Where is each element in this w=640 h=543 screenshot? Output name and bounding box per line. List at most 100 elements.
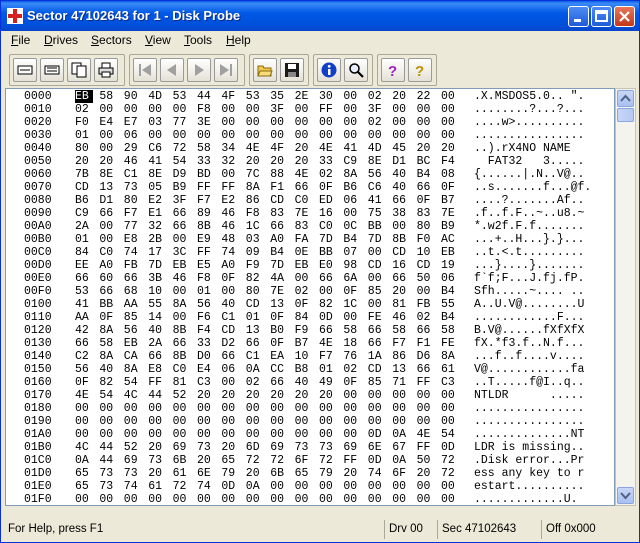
hex-byte[interactable]: F4 — [441, 155, 459, 168]
ascii-text[interactable]: ...+..H...}.}... — [474, 233, 584, 246]
hex-byte[interactable]: 61 — [441, 363, 459, 376]
hex-byte[interactable]: 00 — [75, 402, 93, 415]
menu-view[interactable]: View — [145, 33, 171, 47]
hex-byte[interactable]: B4 — [343, 233, 361, 246]
hex-byte[interactable]: 02 — [368, 90, 386, 103]
hex-byte[interactable]: 00 — [99, 103, 117, 116]
hex-byte[interactable]: F0 — [417, 233, 435, 246]
hex-byte[interactable]: 00 — [368, 415, 386, 428]
hex-byte[interactable]: 85 — [368, 376, 386, 389]
hex-byte[interactable]: 74 — [368, 467, 386, 480]
hex-byte[interactable]: 77 — [124, 220, 142, 233]
hex-byte[interactable]: E4 — [99, 116, 117, 129]
ascii-text[interactable]: Sfh.....~.... .. — [474, 285, 584, 298]
hex-byte[interactable]: B4 — [417, 168, 435, 181]
hex-byte[interactable]: 41 — [368, 194, 386, 207]
hex-byte[interactable]: 86 — [392, 350, 410, 363]
hex-byte[interactable]: 0D — [221, 480, 239, 493]
hex-byte[interactable]: 40 — [392, 168, 410, 181]
hex-byte[interactable]: D9 — [173, 168, 191, 181]
hex-byte[interactable]: 00 — [295, 129, 313, 142]
hex-byte[interactable]: 6D — [246, 441, 264, 454]
hex-byte[interactable]: 17 — [148, 246, 166, 259]
ascii-text[interactable]: NTLDR ..... — [474, 389, 584, 402]
hex-byte[interactable]: C1 — [246, 350, 264, 363]
hex-byte[interactable]: 69 — [343, 441, 361, 454]
hex-byte[interactable]: 00 — [124, 402, 142, 415]
hex-byte[interactable]: F7 — [392, 337, 410, 350]
hex-byte[interactable]: E8 — [124, 233, 142, 246]
hex-byte[interactable]: 09 — [246, 246, 264, 259]
hex-byte[interactable]: 00 — [221, 129, 239, 142]
hex-byte[interactable]: 00 — [368, 246, 386, 259]
hex-byte[interactable]: F1 — [270, 181, 288, 194]
read-sector-button[interactable] — [13, 58, 37, 82]
hex-byte[interactable]: B4 — [441, 311, 459, 324]
ascii-text[interactable]: ....?.......Af.. — [474, 194, 584, 207]
hex-byte[interactable]: 72 — [441, 467, 459, 480]
hex-byte[interactable]: 2B — [148, 233, 166, 246]
hex-byte[interactable]: 20 — [319, 389, 337, 402]
hex-byte[interactable]: E7 — [124, 116, 142, 129]
hex-byte[interactable]: 52 — [173, 389, 191, 402]
hex-byte[interactable]: 58 — [392, 324, 410, 337]
hex-byte[interactable]: 2A — [75, 220, 93, 233]
last-sector-button[interactable] — [214, 58, 238, 82]
hex-byte[interactable]: 8E — [148, 168, 166, 181]
hex-byte[interactable]: 20 — [295, 142, 313, 155]
hex-byte[interactable]: 00 — [221, 285, 239, 298]
hex-byte[interactable]: 20 — [246, 467, 264, 480]
ascii-text[interactable]: ...f..f....v.... — [474, 350, 584, 363]
hex-byte[interactable]: C6 — [368, 181, 386, 194]
ascii-text[interactable]: .X.MSDOS5.0.. ". — [474, 90, 584, 103]
vertical-scrollbar[interactable] — [615, 88, 636, 506]
hex-byte[interactable]: 83 — [295, 220, 313, 233]
hex-byte[interactable]: 53 — [75, 285, 93, 298]
hex-byte[interactable]: 0F — [270, 311, 288, 324]
hex-byte[interactable]: 00 — [368, 480, 386, 493]
hex-byte[interactable]: 6F — [392, 467, 410, 480]
ascii-text[interactable]: {......|.N..V@.. — [474, 168, 584, 181]
hex-byte[interactable]: 00 — [221, 415, 239, 428]
hex-byte[interactable]: E9 — [197, 233, 215, 246]
hex-byte[interactable]: FE — [441, 337, 459, 350]
hex-byte[interactable]: 02 — [343, 363, 361, 376]
hex-byte[interactable]: CD — [368, 363, 386, 376]
hex-byte[interactable]: 0F — [417, 194, 435, 207]
title-bar[interactable]: Sector 47102643 for 1 - Disk Probe — [1, 1, 639, 31]
ascii-text[interactable]: ..............NT — [474, 428, 584, 441]
hex-byte[interactable]: 66 — [246, 337, 264, 350]
hex-byte[interactable]: 00 — [197, 402, 215, 415]
hex-byte[interactable]: 7E — [441, 207, 459, 220]
hex-byte[interactable]: 41 — [75, 298, 93, 311]
hex-byte[interactable]: 00 — [221, 116, 239, 129]
hex-byte[interactable]: F8 — [197, 272, 215, 285]
hex-byte[interactable]: BC — [417, 155, 435, 168]
hex-byte[interactable]: D1 — [392, 155, 410, 168]
hex-byte[interactable]: 00 — [148, 103, 166, 116]
hex-byte[interactable]: FF — [197, 246, 215, 259]
hex-byte[interactable]: 00 — [441, 480, 459, 493]
hex-byte[interactable]: CD — [417, 259, 435, 272]
hex-byte[interactable]: 00 — [319, 285, 337, 298]
hex-byte[interactable]: 00 — [124, 428, 142, 441]
hex-byte[interactable]: 00 — [148, 129, 166, 142]
hex-byte[interactable]: 00 — [368, 493, 386, 506]
ascii-text[interactable]: ..).rX4NO NAME — [474, 142, 584, 155]
hex-byte[interactable]: 00 — [319, 493, 337, 506]
hex-byte[interactable]: 00 — [295, 402, 313, 415]
hex-byte[interactable]: 20 — [343, 467, 361, 480]
hex-byte[interactable]: BB — [368, 220, 386, 233]
hex-byte[interactable]: 66 — [173, 220, 191, 233]
hex-byte[interactable]: 00 — [417, 480, 435, 493]
hex-byte[interactable]: CD — [75, 181, 93, 194]
hex-byte[interactable]: 14 — [148, 311, 166, 324]
hex-byte[interactable]: 7E — [270, 285, 288, 298]
hex-byte[interactable]: 65 — [295, 467, 313, 480]
hex-byte[interactable]: C9 — [75, 207, 93, 220]
hex-byte[interactable]: 00 — [343, 389, 361, 402]
ascii-text[interactable]: ............F... — [474, 311, 584, 324]
hex-byte[interactable]: 00 — [368, 272, 386, 285]
hex-byte[interactable]: 38 — [392, 207, 410, 220]
hex-byte[interactable]: 77 — [173, 116, 191, 129]
